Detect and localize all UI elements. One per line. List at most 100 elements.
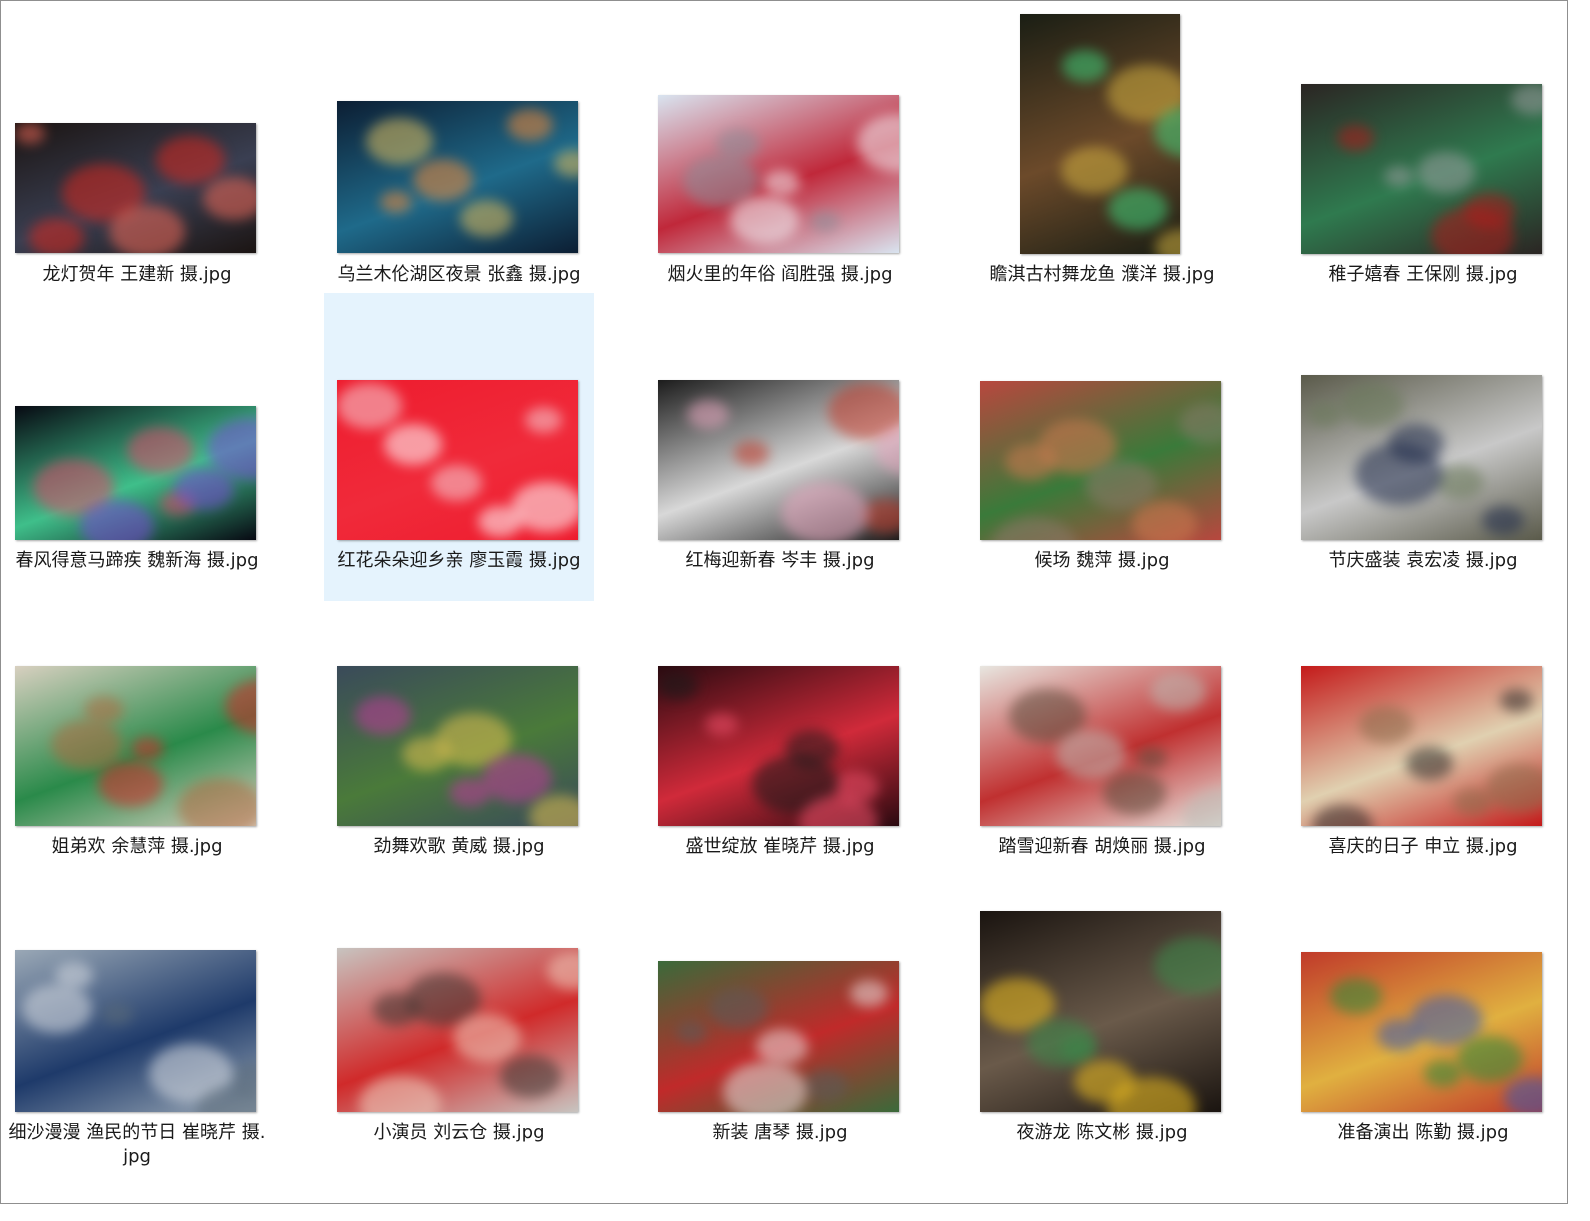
file-name-label: 红梅迎新春 岑丰 摄.jpg: [685, 550, 875, 571]
file-name-label: 姐弟欢 余慧萍 摄.jpg: [51, 836, 223, 857]
thumbnail-detail: [15, 123, 45, 144]
file-item[interactable]: 踏雪迎新春 胡焕丽 摄.jpg: [967, 662, 1237, 887]
file-name-label: 候场 魏萍 摄.jpg: [1034, 550, 1170, 571]
thumbnail-detail: [178, 778, 256, 826]
image-thumbnail: [980, 666, 1221, 826]
thumbnail-detail: [1179, 403, 1221, 444]
thumbnail-detail: [1150, 672, 1206, 712]
file-item[interactable]: 准备演出 陈勤 摄.jpg: [1288, 948, 1558, 1173]
file-item[interactable]: 瞻淇古村舞龙鱼 濮洋 摄.jpg: [967, 10, 1237, 315]
thumbnail-detail: [1312, 805, 1373, 826]
file-name-label: 小演员 刘云仓 摄.jpg: [373, 1122, 545, 1143]
file-item[interactable]: 劲舞欢歌 黄威 摄.jpg: [324, 662, 594, 887]
file-item[interactable]: 夜游龙 陈文彬 摄.jpg: [967, 907, 1237, 1173]
file-name-label: 乌兰木伦湖区夜景 张鑫 摄.jpg: [337, 264, 581, 285]
thumbnail-detail: [1337, 125, 1374, 151]
thumbnail-detail: [1504, 1077, 1542, 1112]
file-name-label: 踏雪迎新春 胡焕丽 摄.jpg: [998, 836, 1206, 857]
image-thumbnail: [15, 123, 256, 253]
thumbnail-detail: [156, 136, 225, 185]
thumbnail-detail: [1482, 506, 1524, 536]
image-thumbnail: [1301, 375, 1542, 540]
thumbnail-detail: [203, 177, 256, 221]
thumbnail-detail: [529, 795, 578, 826]
thumbnail-detail: [810, 211, 840, 232]
thumbnail-detail: [676, 1021, 707, 1043]
file-item[interactable]: 候场 魏萍 摄.jpg: [967, 377, 1237, 601]
thumbnail-detail: [131, 737, 164, 761]
thumbnail-detail: [1330, 978, 1382, 1015]
thumbnail-detail: [781, 482, 869, 540]
file-item[interactable]: 盛世绽放 崔晓芹 摄.jpg: [645, 662, 915, 887]
thumbnail-detail: [500, 1055, 561, 1098]
file-item[interactable]: 姐弟欢 余慧萍 摄.jpg: [2, 662, 272, 887]
image-thumbnail: [658, 380, 899, 540]
thumbnail-detail: [857, 114, 899, 173]
image-thumbnail: [658, 961, 899, 1112]
file-item[interactable]: 春风得意马蹄疾 魏新海 摄.jpg: [2, 402, 272, 601]
file-item[interactable]: 节庆盛装 袁宏凌 摄.jpg: [1288, 371, 1558, 601]
image-thumbnail: [980, 381, 1221, 540]
thumbnail-detail: [763, 170, 800, 196]
file-name-label: 瞻淇古村舞龙鱼 濮洋 摄.jpg: [989, 264, 1215, 285]
thumbnail-detail: [991, 517, 1077, 540]
image-thumbnail: [15, 950, 256, 1112]
thumbnail-detail: [1056, 730, 1126, 779]
thumbnail-detail: [1511, 84, 1542, 115]
file-name-label: 喜庆的日子 申立 摄.jpg: [1328, 836, 1518, 857]
thumbnail-detail: [460, 200, 513, 238]
thumbnail-detail: [734, 441, 769, 466]
thumbnail-detail: [1062, 50, 1108, 83]
thumbnail-detail: [525, 407, 562, 433]
thumbnail-detail: [756, 1029, 808, 1066]
image-thumbnail: [337, 101, 578, 253]
thumbnail-detail: [658, 672, 698, 700]
thumbnail-detail: [359, 1076, 441, 1112]
thumbnail-detail: [1457, 1036, 1523, 1083]
image-thumbnail: [1301, 666, 1542, 826]
thumbnail-detail: [507, 109, 553, 142]
file-name-label: 烟火里的年俗 阎胜强 摄.jpg: [667, 264, 893, 285]
thumbnail-detail: [402, 737, 451, 772]
thumbnail-detail: [482, 754, 552, 803]
file-item[interactable]: 稚子嬉春 王保刚 摄.jpg: [1288, 80, 1558, 315]
image-thumbnail: [658, 666, 899, 826]
thumbnail-detail: [98, 761, 163, 807]
file-item[interactable]: 乌兰木伦湖区夜景 张鑫 摄.jpg: [324, 97, 594, 315]
file-name-label: 盛世绽放 崔晓芹 摄.jpg: [685, 836, 875, 857]
thumbnail-detail: [1453, 788, 1493, 816]
file-item[interactable]: 新装 唐琴 摄.jpg: [645, 957, 915, 1173]
image-thumbnail: [1301, 952, 1542, 1112]
thumbnail-detail: [102, 1003, 133, 1025]
thumbnail-detail: [1183, 788, 1221, 826]
thumbnail-detail: [51, 720, 123, 771]
file-item[interactable]: 红花朵朵迎乡亲 廖玉霞 摄.jpg: [324, 293, 594, 601]
image-thumbnail: [980, 911, 1221, 1112]
thumbnail-detail: [1103, 771, 1166, 816]
thumbnail-detail: [1406, 747, 1453, 780]
thumbnail-detail: [431, 465, 482, 501]
image-thumbnail: [15, 406, 256, 540]
file-item[interactable]: 喜庆的日子 申立 摄.jpg: [1288, 662, 1558, 887]
file-item[interactable]: 烟火里的年俗 阎胜强 摄.jpg: [645, 91, 915, 315]
image-thumbnail: [15, 666, 256, 826]
scrollbar-area[interactable]: [1568, 0, 1590, 1221]
file-name-label: 红花朵朵迎乡亲 廖玉霞 摄.jpg: [337, 550, 581, 571]
thumbnail-detail: [449, 778, 491, 808]
thumbnail-detail: [730, 196, 799, 245]
thumbnail-detail: [174, 468, 234, 510]
image-thumbnail: [658, 95, 899, 253]
file-item[interactable]: 细沙漫漫 渔民的节日 崔晓芹 摄.jpg: [2, 946, 272, 1173]
thumbnail-detail: [687, 400, 729, 430]
file-item[interactable]: 小演员 刘云仓 摄.jpg: [324, 944, 594, 1173]
file-name-label: 稚子嬉春 王保刚 摄.jpg: [1328, 264, 1518, 285]
file-item[interactable]: 红梅迎新春 岑丰 摄.jpg: [645, 376, 915, 601]
thumbnail-detail: [1074, 1060, 1135, 1103]
file-grid-window: 龙灯贺年 王建新 摄.jpg 乌兰木伦湖区夜景 张鑫 摄.jpg 烟火里的年俗 阎胜…: [0, 0, 1568, 1204]
thumbnail-detail: [22, 984, 92, 1033]
file-item[interactable]: 龙灯贺年 王建新 摄.jpg: [2, 119, 272, 315]
image-thumbnail: [1020, 14, 1180, 254]
file-name-label: 夜游龙 陈文彬 摄.jpg: [1016, 1122, 1188, 1143]
thumbnail-detail: [380, 191, 412, 214]
thumbnail-detail: [1417, 152, 1475, 193]
